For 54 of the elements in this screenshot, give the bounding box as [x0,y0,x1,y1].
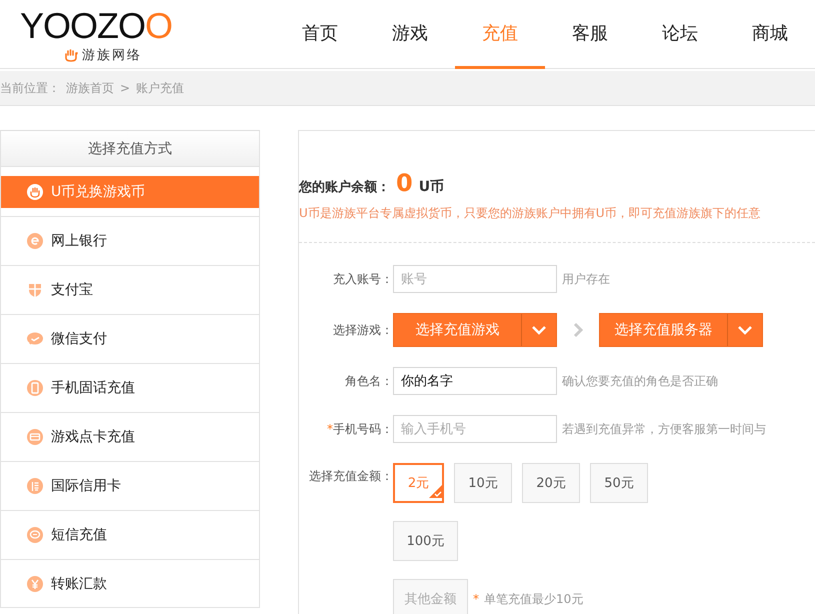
payment-method-item[interactable]: 微信支付 [1,314,259,363]
payment-method-item[interactable]: 网上银行 [1,216,259,265]
amount-option[interactable]: 20元 [522,463,580,503]
breadcrumb-label: 当前位置： [0,80,60,96]
balance-amount: 0 [396,169,413,197]
breadcrumb-separator: > [120,81,130,95]
check-corner-icon [429,484,443,498]
nav-tab[interactable]: 客服 [545,0,635,69]
phone-input[interactable]: 输入手机号 [393,415,557,443]
shield-icon [27,282,43,298]
amount-option[interactable]: 100元 [393,521,458,561]
hand-icon [27,184,43,200]
speech-bubble-icon [27,331,43,347]
payment-method-item[interactable]: 短信充值 [1,510,259,559]
logo-tagline: 游族网络 [82,47,142,64]
field-hint: 用户存在 [562,270,610,288]
amount-note: 单笔充值最少10元 [484,590,584,608]
nav-tab[interactable]: 首页 [275,0,365,69]
chevron-down-icon [531,325,547,335]
chevron-right-icon [573,322,583,338]
card-icon [27,429,43,445]
required-mark: * [327,422,333,436]
field-label: 选择游戏： [333,322,393,336]
role-name-input[interactable]: 你的名字 [393,367,557,395]
field-label: 手机号码： [333,422,393,436]
field-label: 角色名： [345,374,393,388]
nav-tab[interactable]: 论坛 [635,0,725,69]
hand-icon [64,48,78,62]
field-label: 选择充值金额： [309,469,393,483]
field-label: 充入账号： [333,272,393,286]
balance-label: 您的账户余额： [299,178,390,196]
logo-wordmark: YOOZOO [20,6,172,46]
other-amount-input[interactable]: 其他金额 [393,579,468,614]
nav-tab[interactable]: 商城 [725,0,815,69]
phone-icon [27,380,43,396]
field-hint: 若遇到充值异常，方便客服第一时间与 [562,420,766,438]
chevron-down-icon [737,325,753,335]
amount-option[interactable]: 50元 [590,463,648,503]
field-hint: 确认您要充值的角色是否正确 [562,372,718,390]
payment-method-item[interactable]: 转账汇款 [1,559,259,607]
nav-tab[interactable]: 游戏 [365,0,455,69]
text-lines-icon [27,478,43,494]
payment-method-item[interactable]: 手机固话充值 [1,363,259,412]
notice-text: U币是游族平台专属虚拟货币，只要您的游族账户中拥有U币，即可充值游族旗下的任意 [299,205,762,222]
payment-method-item[interactable]: 国际信用卡 [1,461,259,510]
yen-icon [27,576,43,592]
payment-method-item[interactable]: 支付宝 [1,265,259,314]
amount-option[interactable]: 10元 [454,463,512,503]
chat-icon [27,527,43,543]
account-input[interactable]: 账号 [393,265,557,293]
balance-unit: U币 [418,178,444,196]
e-icon [27,233,43,249]
payment-method-item[interactable]: 游戏点卡充值 [1,412,259,461]
note-mark: * [473,592,479,606]
